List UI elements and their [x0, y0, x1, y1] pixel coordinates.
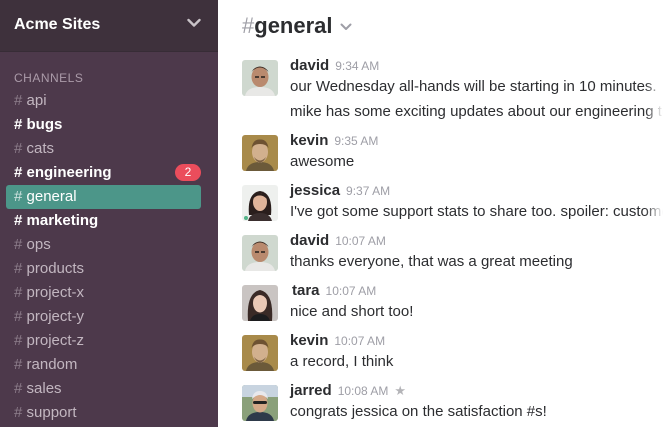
message-header: david 9:34 AM [290, 57, 379, 75]
timestamp[interactable]: 10:08 AM [338, 384, 389, 398]
timestamp[interactable]: 10:07 AM [335, 234, 386, 248]
channel-hash: # [14, 212, 23, 229]
channel-item-api[interactable]: # api [6, 89, 201, 113]
channel-label: marketing [26, 212, 99, 229]
message: jessica 9:37 AM I've got some support sta… [242, 182, 663, 225]
channel-label: api [26, 92, 47, 109]
message-header: jarred 10:08 AM ★ [290, 382, 406, 400]
author-name[interactable]: david [290, 232, 329, 249]
channel-hash: # [14, 116, 23, 133]
timestamp[interactable]: 9:35 AM [334, 134, 378, 148]
channel-label: random [26, 356, 78, 373]
channel-item-project-z[interactable]: # project-z [6, 329, 201, 353]
channel-title-hash: # [242, 13, 255, 38]
avatar-jessica[interactable] [242, 185, 278, 221]
channel-item-general[interactable]: # general [6, 185, 201, 209]
timestamp[interactable]: 9:34 AM [335, 59, 379, 73]
message-header: kevin 9:35 AM [290, 132, 378, 150]
timestamp[interactable]: 10:07 AM [326, 284, 377, 298]
message-text: congrats jessica on the satisfaction #s! [290, 403, 547, 420]
channel-label: project-z [26, 332, 85, 349]
channel-hash: # [14, 380, 23, 397]
message-header: tara 10:07 AM [292, 282, 376, 300]
channel-item-sales[interactable]: # sales [6, 377, 201, 401]
message: kevin 9:35 AM awesome [242, 132, 663, 175]
message: tara 10:07 AM nice and short too! [242, 282, 663, 325]
channel-item-products[interactable]: # products [6, 257, 201, 281]
channel-hash: # [14, 260, 23, 277]
channel-item-ops[interactable]: # ops [6, 233, 201, 257]
message-text: thanks everyone, that was a great meetin… [290, 253, 573, 270]
avatar-david[interactable] [242, 60, 278, 96]
team-menu[interactable]: Acme Sites [0, 0, 218, 52]
channel-title[interactable]: #general [242, 13, 333, 39]
author-name[interactable]: david [290, 57, 329, 74]
scroll-fade [645, 0, 663, 427]
author-name[interactable]: tara [292, 282, 320, 299]
channel-hash: # [14, 404, 23, 421]
channel-item-random[interactable]: # random [6, 353, 201, 377]
message-text: our Wednesday all-hands will be starting… [290, 78, 657, 95]
channel-label: cats [26, 140, 55, 157]
channel-hash: # [14, 332, 23, 349]
message-text: awesome [290, 153, 355, 170]
channel-title-name: general [254, 13, 333, 38]
message-header: david 10:07 AM [290, 232, 386, 250]
message-header: kevin 10:07 AM [290, 332, 385, 350]
message-pane: #general david 9:34 AM our Wednesday all-… [218, 0, 663, 427]
avatar-tara[interactable] [242, 285, 278, 321]
channel-hash: # [14, 164, 23, 181]
avatar-kevin[interactable] [242, 335, 278, 371]
channel-item-marketing[interactable]: # marketing [6, 209, 201, 233]
message: david 10:07 AM thanks everyone, that was … [242, 232, 663, 275]
avatar-david[interactable] [242, 235, 278, 271]
channel-item-cats[interactable]: # cats [6, 137, 201, 161]
message: jarred 10:08 AM ★ congrats jessica on the … [242, 382, 663, 425]
message-text: nice and short too! [290, 303, 414, 320]
chevron-down-icon[interactable] [340, 23, 352, 31]
message-text: mike has some exciting updates about our… [290, 103, 663, 120]
message: kevin 10:07 AM a record, I think [242, 332, 663, 375]
avatar-jarred[interactable] [242, 385, 278, 421]
message-header: jessica 9:37 AM [290, 182, 390, 200]
channel-hash: # [14, 140, 23, 157]
timestamp[interactable]: 10:07 AM [334, 334, 385, 348]
channel-item-support[interactable]: # support [6, 401, 201, 425]
channel-hash: # [14, 284, 23, 301]
channel-hash: # [14, 236, 23, 253]
channel-label: project-y [26, 308, 85, 325]
channel-hash: # [14, 188, 23, 205]
channel-label: engineering [26, 164, 112, 181]
avatar-kevin[interactable] [242, 135, 278, 171]
star-icon[interactable]: ★ [394, 383, 406, 399]
message-text: I've got some support stats to share too… [290, 203, 663, 220]
timestamp[interactable]: 9:37 AM [346, 184, 390, 198]
channel-label: sales [26, 380, 62, 397]
channel-label: support [26, 404, 77, 421]
message: david 9:34 AM our Wednesday all-hands wil… [242, 57, 663, 124]
channel-hash: # [14, 356, 23, 373]
author-name[interactable]: jessica [290, 182, 340, 199]
channels-heading[interactable]: CHANNELS [14, 71, 83, 85]
sidebar: Acme Sites CHANNELS # api # bugs # cats … [0, 0, 218, 427]
author-name[interactable]: kevin [290, 332, 328, 349]
channel-item-project-y[interactable]: # project-y [6, 305, 201, 329]
channel-label: project-x [26, 284, 85, 301]
team-name: Acme Sites [14, 16, 101, 33]
message-text: a record, I think [290, 353, 394, 370]
channel-list: # api # bugs # cats # engineering 2 # gen… [0, 89, 218, 425]
unread-badge: 2 [175, 164, 201, 181]
channel-label: bugs [26, 116, 63, 133]
channel-item-bugs[interactable]: # bugs [6, 113, 201, 137]
channel-item-project-x[interactable]: # project-x [6, 281, 201, 305]
channel-label: general [26, 188, 77, 205]
chevron-down-icon[interactable] [187, 18, 201, 28]
channel-hash: # [14, 308, 23, 325]
author-name[interactable]: jarred [290, 382, 332, 399]
author-name[interactable]: kevin [290, 132, 328, 149]
channel-item-engineering[interactable]: # engineering 2 [6, 161, 201, 185]
channel-label: products [26, 260, 85, 277]
channel-hash: # [14, 92, 23, 109]
channel-label: ops [26, 236, 51, 253]
